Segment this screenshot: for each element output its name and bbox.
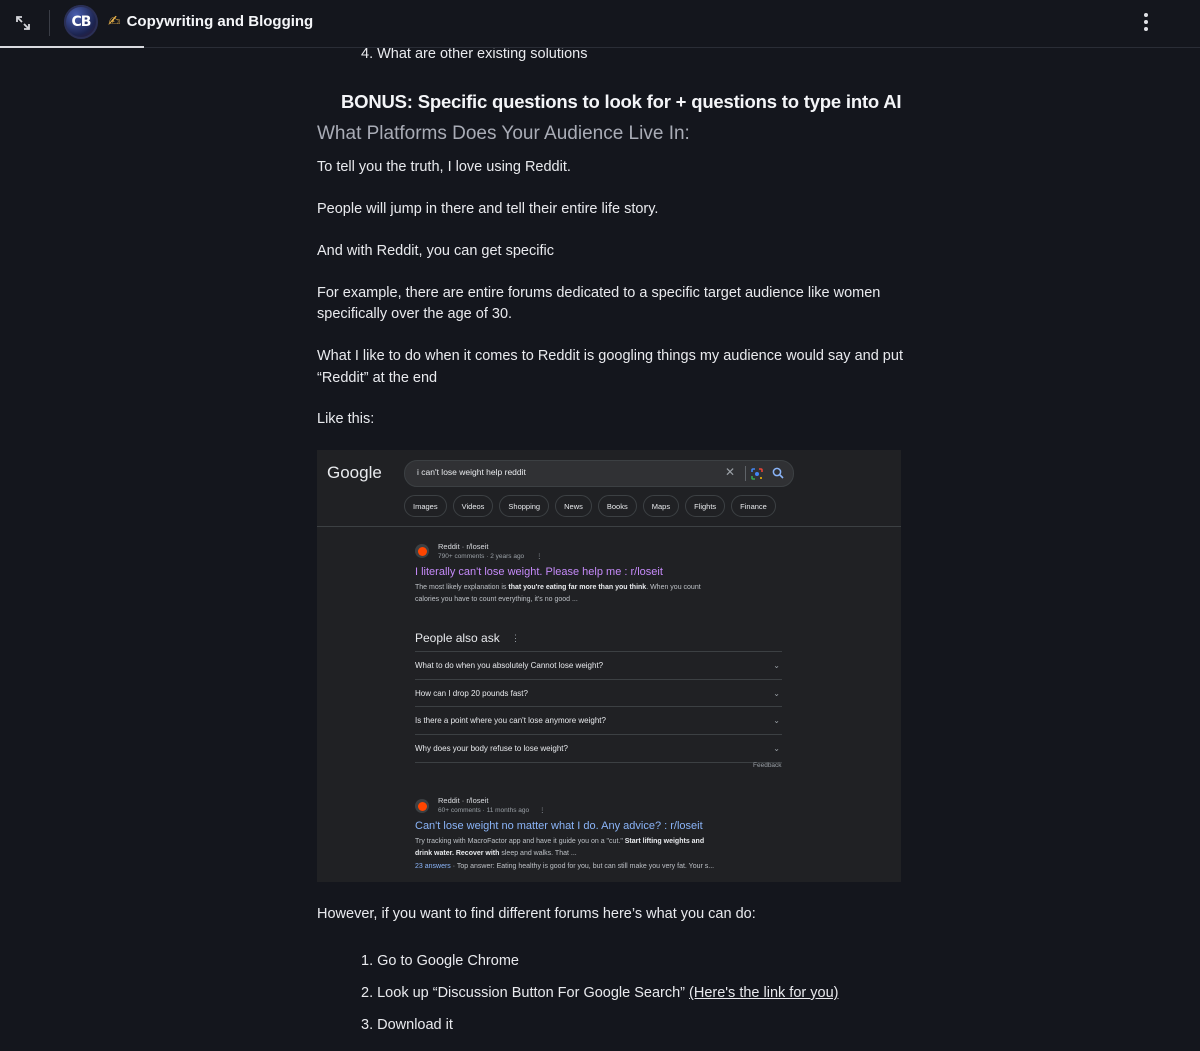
chip-books[interactable]: Books bbox=[597, 495, 637, 517]
search-input[interactable]: i can't lose weight help reddit ✕ bbox=[404, 460, 794, 487]
paa-more-icon[interactable]: ⋮ bbox=[511, 633, 520, 644]
snippet-text: calories you have to count everything, i… bbox=[415, 596, 578, 603]
kebab-menu-icon[interactable] bbox=[1136, 10, 1156, 34]
result-snippet: Try tracking with MacroFactor app and ha… bbox=[415, 836, 755, 860]
paa-question-text: What to do when you absolutely Cannot lo… bbox=[415, 661, 604, 670]
paragraph: For example, there are entire forums ded… bbox=[317, 285, 881, 301]
snippet-text: sleep and walks. That ... bbox=[499, 850, 577, 857]
bonus-heading: BONUS: Specific questions to look for + … bbox=[341, 91, 902, 112]
result-title-link[interactable]: Can't lose weight no matter what I do. A… bbox=[415, 820, 703, 832]
snippet-bold: that you're eating far more than you thi… bbox=[508, 584, 647, 591]
result-title-link[interactable]: I literally can't lose weight. Please he… bbox=[415, 566, 663, 578]
list-item: 4. What are other existing solutions bbox=[361, 46, 588, 62]
answers-link[interactable]: 23 answers bbox=[415, 863, 451, 870]
paa-question-text: Why does your body refuse to lose weight… bbox=[415, 744, 568, 753]
list-item: 3. Download it bbox=[361, 1017, 453, 1033]
clear-icon[interactable]: ✕ bbox=[723, 465, 737, 481]
paragraph: “Reddit” at the end bbox=[317, 370, 438, 386]
google-search-screenshot: Google i can't lose weight help reddit ✕ bbox=[317, 450, 901, 882]
list-item: 1. Go to Google Chrome bbox=[361, 953, 519, 969]
reddit-icon bbox=[415, 544, 429, 558]
writing-hand-icon: ✍ bbox=[108, 12, 121, 30]
snippet-text: The most likely explanation is bbox=[415, 584, 509, 591]
active-tab-indicator bbox=[0, 46, 144, 48]
result-site: Reddit · r/loseit bbox=[438, 542, 489, 551]
chevron-down-icon: ⌄ bbox=[773, 744, 780, 753]
header-divider bbox=[49, 10, 50, 36]
article: 4. What are other existing solutions BON… bbox=[0, 0, 1200, 1051]
chip-maps[interactable]: Maps bbox=[642, 495, 680, 517]
top-bar: CB ✍ Copywriting and Blogging bbox=[0, 0, 1200, 48]
chip-finance[interactable]: Finance bbox=[731, 495, 776, 517]
paragraph: People will jump in there and tell their… bbox=[317, 201, 659, 217]
paragraph: However, if you want to find different f… bbox=[317, 906, 756, 922]
avatar[interactable]: CB bbox=[64, 5, 98, 39]
result-meta: 60+ comments · 11 months ago bbox=[438, 807, 530, 814]
chevron-down-icon: ⌄ bbox=[773, 689, 780, 698]
paragraph: To tell you the truth, I love using Redd… bbox=[317, 159, 571, 175]
reddit-icon bbox=[415, 799, 429, 813]
search-filter-chips: Images Videos Shopping News Books Maps F… bbox=[404, 495, 776, 517]
result-site: Reddit · r/loseit bbox=[438, 796, 489, 805]
paragraph: Like this: bbox=[317, 411, 375, 427]
chevron-down-icon: ⌄ bbox=[773, 661, 780, 670]
chip-images[interactable]: Images bbox=[404, 495, 447, 517]
section-heading: What Platforms Does Your Audience Live I… bbox=[317, 123, 690, 144]
paa-question[interactable]: Is there a point where you can't lose an… bbox=[415, 706, 782, 734]
search-query: i can't lose weight help reddit bbox=[417, 467, 526, 477]
paa-question[interactable]: What to do when you absolutely Cannot lo… bbox=[415, 651, 782, 679]
chip-news[interactable]: News bbox=[555, 495, 592, 517]
result-more-icon[interactable]: ⋮ bbox=[539, 806, 546, 814]
list-item: 2. Look up “Discussion Button For Google… bbox=[361, 985, 838, 1001]
result-snippet: The most likely explanation is that you'… bbox=[415, 582, 745, 606]
paragraph: specifically over the age of 30. bbox=[317, 306, 513, 322]
paa-question-text: Is there a point where you can't lose an… bbox=[415, 716, 606, 725]
channel-title: ✍ Copywriting and Blogging bbox=[108, 11, 313, 31]
paa-question-text: How can I drop 20 pounds fast? bbox=[415, 689, 528, 698]
list-item-text: 2. Look up “Discussion Button For Google… bbox=[361, 985, 690, 1001]
paragraph: What I like to do when it comes to Reddi… bbox=[317, 348, 903, 364]
snippet-text: . When you count bbox=[646, 584, 701, 591]
paa-question[interactable]: How can I drop 20 pounds fast? ⌄ bbox=[415, 679, 782, 707]
feedback-link[interactable]: Feedback bbox=[753, 762, 782, 769]
paragraph: And with Reddit, you can get specific bbox=[317, 243, 554, 259]
paa-question[interactable]: Why does your body refuse to lose weight… bbox=[415, 734, 782, 763]
chip-videos[interactable]: Videos bbox=[452, 495, 494, 517]
divider bbox=[317, 526, 901, 527]
snippet-bold: drink water. Recover with bbox=[415, 850, 500, 857]
chip-shopping[interactable]: Shopping bbox=[499, 495, 550, 517]
chip-flights[interactable]: Flights bbox=[685, 495, 726, 517]
result-answers: 23 answers · Top answer: Eating healthy … bbox=[415, 863, 714, 870]
search-icon[interactable] bbox=[771, 466, 785, 480]
result-meta: 790+ comments · 2 years ago bbox=[438, 553, 525, 560]
paa-title: People also ask bbox=[415, 631, 500, 645]
search-divider bbox=[745, 466, 746, 481]
result-more-icon[interactable]: ⋮ bbox=[536, 552, 543, 560]
answers-text: · Top answer: Eating healthy is good for… bbox=[450, 863, 715, 870]
download-link[interactable]: (Here's the link for you) bbox=[689, 985, 838, 1001]
snippet-text: Try tracking with MacroFactor app and ha… bbox=[415, 838, 625, 845]
chevron-down-icon: ⌄ bbox=[773, 716, 780, 725]
google-lens-icon[interactable] bbox=[750, 467, 764, 481]
google-logo: Google bbox=[327, 463, 382, 482]
channel-title-text: Copywriting and Blogging bbox=[126, 12, 314, 30]
snippet-bold: Start lifting weights and bbox=[624, 838, 705, 845]
expand-icon[interactable] bbox=[10, 10, 36, 36]
